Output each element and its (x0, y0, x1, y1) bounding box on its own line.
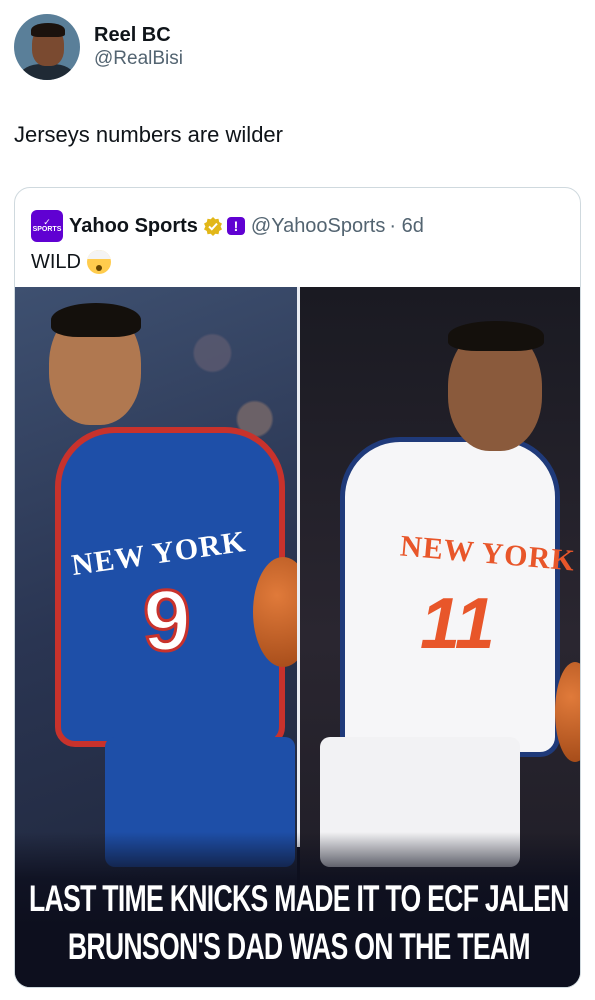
quoted-tweet-age[interactable]: · 6d (389, 215, 423, 238)
verified-badge-icon (203, 217, 222, 236)
quoted-tweet-text: WILD (31, 250, 81, 273)
affiliate-badge-icon: ! (226, 217, 245, 235)
tweet-text: Jerseys numbers are wilder (14, 122, 283, 147)
quoted-tweet-text-row: WILD (31, 250, 111, 274)
image-headline: LAST TIME KNICKS MADE IT TO ECF JALEN BR… (15, 832, 580, 987)
quoted-tweet-header: ✓ SPORTS Yahoo Sports ! @YahooSports · 6… (31, 210, 424, 242)
quoted-tweet-card[interactable]: ✓ SPORTS Yahoo Sports ! @YahooSports · 6… (14, 187, 581, 988)
headline-line-1: LAST TIME KNICKS MADE IT TO ECF JALEN (28, 878, 569, 919)
quoted-author-handle[interactable]: @YahooSports (251, 215, 385, 238)
quoted-tweet-image[interactable]: NEW YORK 9 NEW YORK 11 LAST TIME KNICKS … (15, 287, 580, 987)
right-jersey-number: 11 (420, 584, 495, 664)
author-name[interactable]: Reel BC (94, 23, 183, 47)
tweet-author[interactable]: Reel BC @RealBisi (14, 14, 183, 80)
avatar[interactable] (14, 14, 80, 80)
exploding-head-emoji-icon (87, 250, 111, 274)
yahoo-sports-logo[interactable]: ✓ SPORTS (31, 210, 63, 242)
quoted-author-name[interactable]: Yahoo Sports (69, 215, 198, 238)
author-handle[interactable]: @RealBisi (94, 47, 183, 71)
left-jersey-number: 9 (142, 572, 193, 671)
headline-line-2: BRUNSON'S DAD WAS ON THE TEAM (67, 926, 530, 967)
